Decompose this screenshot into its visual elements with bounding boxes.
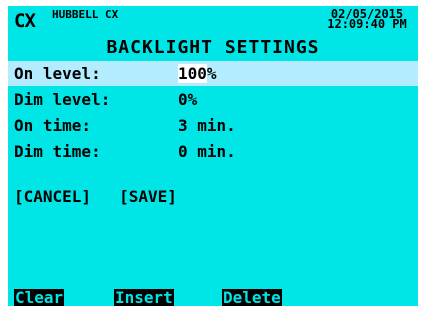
dim-level-value[interactable]: 0% — [178, 87, 197, 112]
dim-time-label: Dim time: — [14, 142, 101, 161]
device-frame: CX HUBBELL CX 02/05/2015 12:09:40 PM BAC… — [0, 0, 426, 310]
dim-time-value[interactable]: 0 min. — [178, 139, 236, 164]
on-time-label: On time: — [14, 116, 92, 135]
cancel-button[interactable]: [CANCEL] — [14, 187, 91, 206]
action-buttons: [CANCEL] [SAVE] — [14, 186, 205, 208]
setting-row-on-time[interactable]: On time: 3 min. — [8, 113, 418, 138]
header-bar: CX HUBBELL CX 02/05/2015 12:09:40 PM — [8, 6, 418, 36]
on-level-edit-value[interactable]: 100 — [178, 64, 207, 83]
datetime: 02/05/2015 12:09:40 PM — [322, 8, 412, 31]
save-button[interactable]: [SAVE] — [119, 187, 177, 206]
setting-row-dim-time[interactable]: Dim time: 0 min. — [8, 139, 418, 164]
on-time-value[interactable]: 3 min. — [178, 113, 236, 138]
time-text: 12:09:40 PM — [327, 17, 407, 31]
on-level-suffix: % — [206, 64, 217, 83]
insert-softkey[interactable]: Insert — [114, 289, 174, 306]
brand-name: HUBBELL CX — [52, 8, 119, 21]
on-level-label: On level: — [14, 64, 101, 83]
page-title: BACKLIGHT SETTINGS — [106, 37, 320, 58]
cx-logo: CX — [14, 10, 36, 32]
on-level-value[interactable]: 100% — [178, 61, 217, 86]
delete-softkey[interactable]: Delete — [222, 289, 282, 306]
dim-level-label: Dim level: — [14, 90, 111, 109]
setting-row-on-level[interactable]: On level: 100% — [8, 61, 418, 86]
lcd-screen: CX HUBBELL CX 02/05/2015 12:09:40 PM BAC… — [8, 6, 418, 306]
clear-softkey[interactable]: Clear — [14, 289, 65, 306]
setting-row-dim-level[interactable]: Dim level: 0% — [8, 87, 418, 112]
